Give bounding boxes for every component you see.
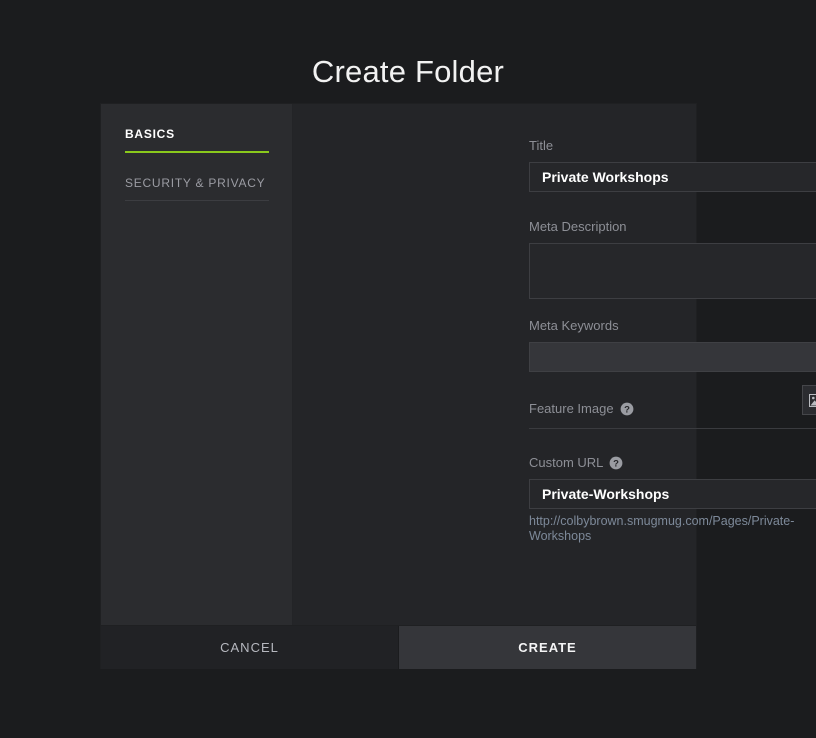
custom-url-field-group: Custom URL?	[529, 455, 816, 509]
custom-url-input[interactable]	[529, 479, 816, 509]
dialog-content: Title Meta Description Meta Keywords	[293, 104, 816, 625]
cancel-button-label: CANCEL	[220, 640, 279, 655]
dialog-footer: CANCEL CREATE	[101, 625, 696, 669]
dialog-body: BASICS SECURITY & PRIVACY Title Meta Des…	[101, 104, 816, 625]
sidebar-item-basics[interactable]: BASICS	[125, 126, 269, 153]
meta-description-label: Meta Description	[529, 219, 627, 234]
title-input[interactable]	[529, 162, 816, 192]
feature-image-picker-button[interactable]	[802, 385, 816, 415]
help-circle-icon[interactable]: ?	[620, 402, 634, 416]
sidebar-item-security-privacy[interactable]: SECURITY & PRIVACY	[125, 175, 269, 201]
custom-url-label: Custom URL?	[529, 455, 816, 471]
custom-url-preview: http://colbybrown.smugmug.com/Pages/Priv…	[529, 514, 795, 543]
sidebar-item-basics-label: BASICS	[125, 127, 175, 141]
meta-keywords-label: Meta Keywords	[529, 318, 619, 333]
image-icon	[809, 393, 816, 407]
dialog-sidebar: BASICS SECURITY & PRIVACY	[101, 104, 293, 625]
title-label: Title	[529, 138, 554, 153]
create-button-label: CREATE	[518, 640, 577, 655]
meta-description-wrapper	[529, 243, 816, 299]
meta-description-input[interactable]	[529, 243, 816, 299]
meta-description-field-group: Meta Description	[529, 219, 816, 299]
feature-image-label-text: Feature Image	[529, 401, 614, 416]
create-button[interactable]: CREATE	[399, 626, 696, 669]
meta-keywords-input[interactable]	[529, 342, 816, 372]
cancel-button[interactable]: CANCEL	[101, 626, 399, 669]
svg-text:?: ?	[614, 458, 620, 469]
feature-image-label: Feature Image?	[529, 396, 816, 417]
create-folder-dialog: BASICS SECURITY & PRIVACY Title Meta Des…	[101, 104, 816, 669]
page-title: Create Folder	[311, 54, 505, 89]
help-circle-icon[interactable]: ?	[609, 456, 623, 470]
title-field-group: Title	[529, 138, 816, 192]
feature-image-row: Feature Image?	[529, 385, 816, 429]
meta-keywords-field-group: Meta Keywords	[529, 318, 816, 372]
sidebar-item-security-privacy-label: SECURITY & PRIVACY	[125, 176, 266, 190]
custom-url-label-text: Custom URL	[529, 455, 604, 470]
svg-text:?: ?	[624, 404, 630, 415]
